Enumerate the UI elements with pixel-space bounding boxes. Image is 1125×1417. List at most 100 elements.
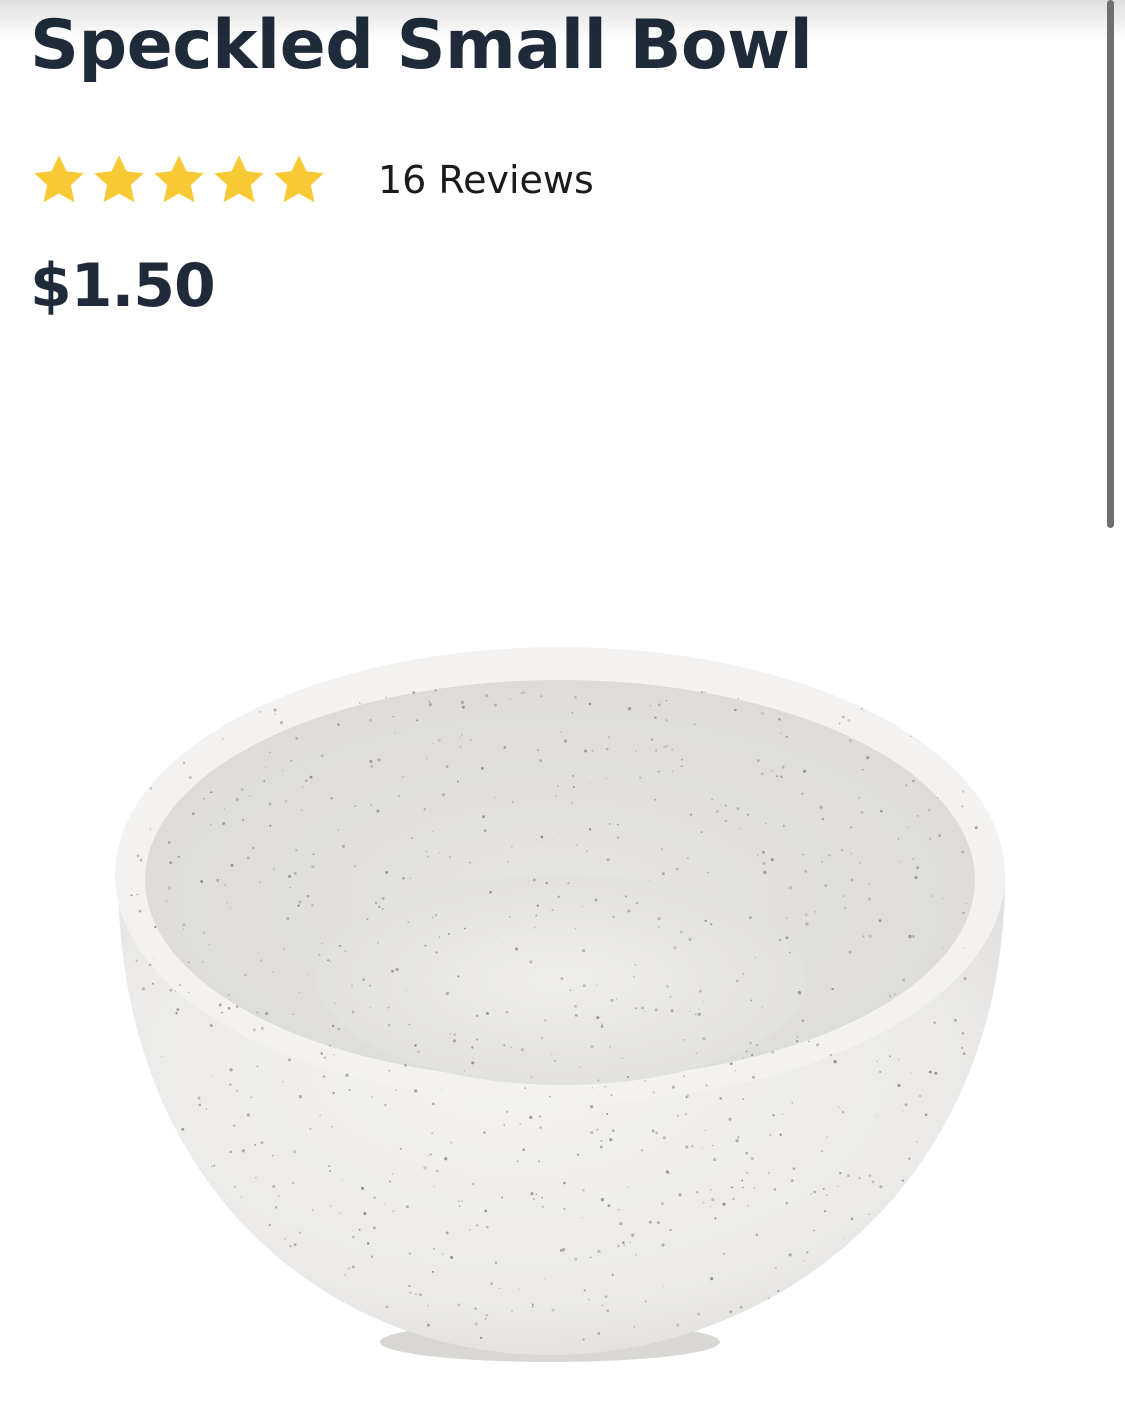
speckle-dot: [538, 1115, 542, 1118]
speckle-dot: [151, 982, 154, 985]
speckle-dot: [841, 1110, 845, 1114]
speckle-dot: [441, 1088, 443, 1091]
speckle-dot: [574, 1013, 578, 1017]
speckle-dot: [292, 1181, 295, 1185]
speckle-dot: [486, 1012, 489, 1015]
speckle-dot: [801, 1019, 805, 1023]
speckle-dot: [689, 1010, 692, 1012]
speckle-dot: [879, 1070, 882, 1074]
speckle-dot: [563, 1181, 566, 1185]
speckle-dot: [797, 991, 802, 995]
speckle-dot: [448, 855, 452, 859]
speckle-dot: [532, 1198, 536, 1201]
speckle-dot: [633, 976, 635, 978]
speckle-dot: [523, 691, 526, 694]
speckle-dot: [394, 732, 396, 734]
speckle-dot: [588, 828, 592, 831]
speckle-dot: [430, 1153, 433, 1156]
speckle-dot: [223, 808, 225, 810]
speckle-dot: [423, 1166, 427, 1170]
speckle-dot: [697, 1312, 701, 1316]
speckle-dot: [709, 1205, 711, 1208]
product-image[interactable]: [100, 630, 1020, 1390]
speckle-dot: [589, 1105, 594, 1109]
speckle-dot: [426, 758, 428, 760]
speckle-dot: [927, 808, 931, 812]
speckle-dot: [596, 1016, 600, 1020]
scrollbar[interactable]: [1107, 0, 1115, 530]
speckle-dot: [405, 1205, 409, 1209]
speckle-dot: [961, 1032, 964, 1035]
speckle-dot: [414, 1089, 418, 1093]
speckle-dot: [408, 1023, 411, 1026]
speckle-dot: [387, 1023, 391, 1027]
speckle-dot: [901, 1179, 905, 1182]
rating-row[interactable]: 16 Reviews: [30, 150, 594, 210]
speckle-dot: [671, 748, 674, 751]
speckle-dot: [301, 786, 304, 788]
speckle-dot: [936, 797, 939, 799]
speckle-dot: [169, 861, 173, 865]
speckle-dot: [916, 814, 919, 817]
speckle-dot: [450, 1255, 454, 1259]
speckle-dot: [533, 926, 536, 929]
speckle-dot: [188, 776, 192, 779]
speckle-dot: [282, 1081, 284, 1083]
speckle-dot: [819, 805, 823, 809]
speckle-dot: [320, 1052, 324, 1055]
speckle-dot: [435, 951, 438, 954]
speckle-dot: [804, 913, 808, 917]
speckle-dot: [597, 1079, 600, 1082]
speckle-dot: [656, 1221, 660, 1225]
speckle-dot: [710, 1277, 714, 1281]
speckle-dot: [588, 1298, 590, 1301]
speckle-dot: [414, 1293, 418, 1296]
speckle-dot: [260, 1141, 264, 1145]
speckle-dot: [617, 1245, 620, 1248]
speckle-dot: [604, 1295, 608, 1299]
reviews-link[interactable]: 16 Reviews: [378, 158, 594, 202]
speckle-dot: [370, 764, 374, 768]
speckle-dot: [768, 1297, 770, 1300]
speckle-dot: [182, 923, 186, 927]
speckle-dot: [915, 866, 920, 870]
speckle-dot: [893, 993, 897, 996]
speckle-dot: [622, 1241, 625, 1244]
speckle-dot: [181, 1127, 185, 1131]
speckle-dot: [688, 937, 692, 942]
speckle-dot: [912, 857, 915, 860]
speckle-dot: [606, 1309, 609, 1313]
speckle-dot: [433, 1247, 435, 1250]
speckle-dot: [294, 872, 297, 875]
speckle-dot: [697, 1012, 701, 1016]
speckle-dot: [433, 1185, 435, 1188]
star-rating: [30, 151, 328, 209]
speckle-dot: [756, 1044, 759, 1046]
scrollbar-thumb[interactable]: [1107, 0, 1114, 528]
speckle-dot: [594, 898, 598, 902]
speckle-dot: [476, 1224, 479, 1227]
speckle-dot: [369, 759, 373, 764]
speckle-dot: [445, 765, 449, 769]
speckle-dot: [611, 1129, 615, 1133]
speckle-dot: [858, 1176, 861, 1180]
speckle-dot: [838, 722, 841, 725]
speckle-dot: [369, 984, 372, 987]
speckle-dot: [702, 1000, 704, 1003]
speckle-dot: [963, 946, 966, 949]
speckle-dot: [291, 1013, 294, 1016]
speckle-dot: [676, 1323, 680, 1327]
speckle-dot: [748, 916, 752, 920]
speckle-dot: [619, 1221, 623, 1226]
speckle-dot: [833, 1060, 837, 1064]
speckle-dot: [961, 850, 965, 854]
speckle-dot: [640, 1148, 644, 1152]
speckle-dot: [676, 1114, 679, 1117]
speckle-dot: [229, 1083, 232, 1086]
speckle-dot: [700, 831, 703, 833]
speckle-dot: [461, 705, 465, 709]
speckle-dot: [503, 746, 507, 749]
speckle-dot: [641, 1006, 645, 1010]
speckle-dot: [560, 731, 563, 733]
speckle-dot: [428, 703, 433, 707]
